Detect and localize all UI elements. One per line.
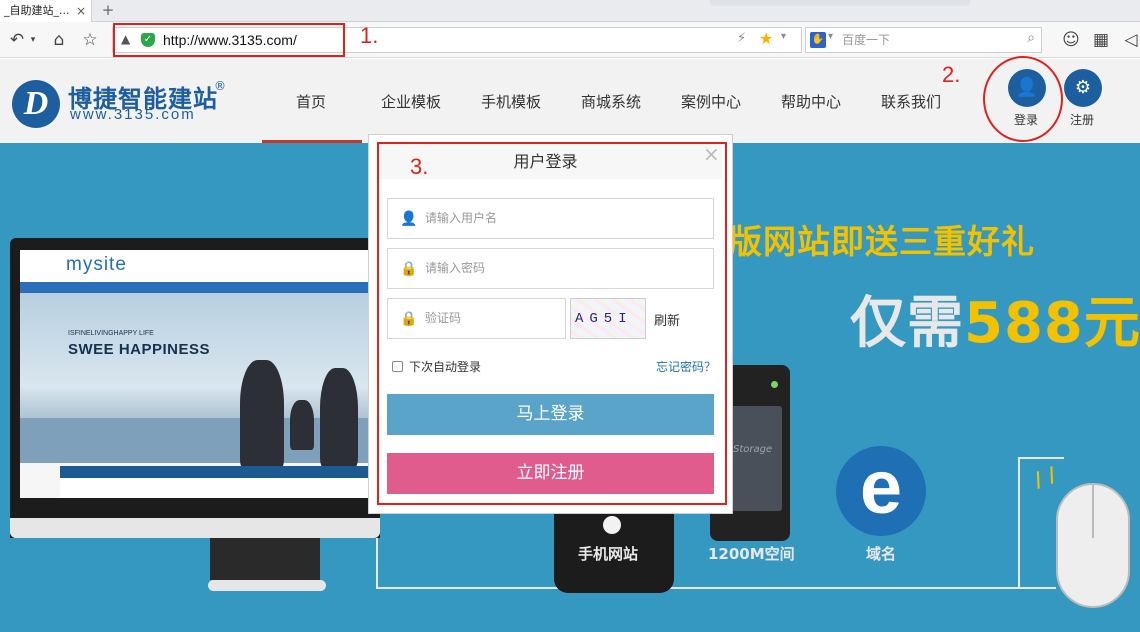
- nav-mobile-templates[interactable]: 手机模板: [481, 91, 541, 112]
- step-1-annotation: 1.: [360, 23, 379, 48]
- lightning-icon[interactable]: ⚡: [737, 31, 746, 46]
- server-label: Storage: [733, 444, 773, 455]
- favorites-star-icon[interactable]: ☆: [79, 29, 101, 51]
- apps-grid-icon[interactable]: ▦: [1090, 29, 1112, 51]
- website-preview-image: mysite ISFINELIVINGHAPPY LIFE SWEE HAPPI…: [20, 250, 370, 498]
- device-label-space: 1200M空间: [708, 545, 795, 563]
- device-label-domain: 域名: [866, 545, 897, 563]
- nav-help-center[interactable]: 帮助中心: [781, 91, 841, 112]
- preview-section-bar: [60, 466, 370, 478]
- baidu-engine-icon[interactable]: ✋: [810, 32, 826, 48]
- monitor-stand: [210, 538, 320, 580]
- nav-contact-us[interactable]: 联系我们: [881, 91, 941, 112]
- logo-url: www.3135.com: [70, 106, 196, 123]
- address-highlight-box: [113, 23, 345, 57]
- frame-line-right: [1018, 457, 1020, 589]
- back-icon[interactable]: ↶: [8, 29, 26, 51]
- header-register-label[interactable]: 注册: [1070, 111, 1094, 128]
- speaker-icon[interactable]: ◁: [1122, 29, 1140, 51]
- modal-highlight-box: [377, 142, 727, 505]
- site-header: D 博捷智能建站 ® www.3135.com 首页 企业模板 手机模板 商城系…: [0, 59, 1140, 143]
- engine-dropdown-icon[interactable]: ▾: [828, 31, 833, 42]
- server-led: [771, 381, 778, 388]
- bookmark-star-icon[interactable]: ★: [759, 29, 773, 48]
- nav-home[interactable]: 首页: [296, 91, 326, 112]
- nav-shop-system[interactable]: 商城系统: [581, 91, 641, 112]
- mouse-divider: [1092, 483, 1094, 538]
- device-label-mobile: 手机网站: [578, 545, 639, 563]
- tab-bar: _自助建站_... × +: [0, 0, 1140, 22]
- search-placeholder[interactable]: 百度一下: [842, 28, 890, 52]
- frame-line-top: [1018, 457, 1064, 459]
- register-gear-icon[interactable]: ⚙: [1064, 69, 1102, 107]
- preview-sea: [20, 418, 370, 463]
- registered-mark: ®: [214, 79, 226, 93]
- home-icon[interactable]: ⌂: [48, 29, 70, 51]
- back-history-dropdown-icon[interactable]: ▾: [28, 29, 38, 51]
- preview-headline: SWEE HAPPINESS: [68, 341, 211, 358]
- tab-close-icon[interactable]: ×: [76, 0, 86, 22]
- logo-icon[interactable]: D: [12, 80, 60, 128]
- monitor-chin: [10, 518, 380, 538]
- phone-home-button: [603, 516, 621, 534]
- tab-title: _自助建站_...: [4, 4, 70, 17]
- preview-child: [290, 400, 314, 450]
- search-box[interactable]: ✋ ▾ 百度一下 ⌕: [805, 27, 1042, 53]
- price-text: 仅需588元: [850, 278, 1140, 359]
- preview-tagline: ISFINELIVINGHAPPY LIFE: [68, 330, 154, 337]
- nav-case-center[interactable]: 案例中心: [681, 91, 741, 112]
- domain-ie-icon: e: [836, 446, 926, 536]
- preview-logo: mysite: [66, 254, 127, 275]
- price-prefix: 仅需: [850, 291, 964, 356]
- frame-line-bottom: [376, 587, 1056, 589]
- preview-section-content: [60, 478, 370, 498]
- monitor-foot: [208, 580, 326, 591]
- promo-headline: 版网站即送三重好礼: [729, 222, 1035, 261]
- click-sparks-icon: / /: [1030, 462, 1060, 492]
- preview-header: mysite: [20, 250, 370, 282]
- preview-person-2: [320, 368, 358, 468]
- chat-icon[interactable]: ☺: [1060, 29, 1082, 51]
- bookmark-dropdown-icon[interactable]: ▾: [781, 31, 786, 42]
- step-2-annotation: 2.: [942, 62, 961, 87]
- new-tab-icon[interactable]: +: [97, 0, 119, 20]
- price-value: 588元: [964, 291, 1140, 356]
- browser-tab[interactable]: _自助建站_... ×: [0, 0, 92, 22]
- preview-person-1: [240, 360, 284, 470]
- window-drag-area: [710, 0, 970, 6]
- login-highlight-circle: [983, 56, 1063, 142]
- preview-nav: [20, 282, 370, 293]
- nav-enterprise-templates[interactable]: 企业模板: [381, 91, 441, 112]
- search-icon[interactable]: ⌕: [1027, 30, 1035, 46]
